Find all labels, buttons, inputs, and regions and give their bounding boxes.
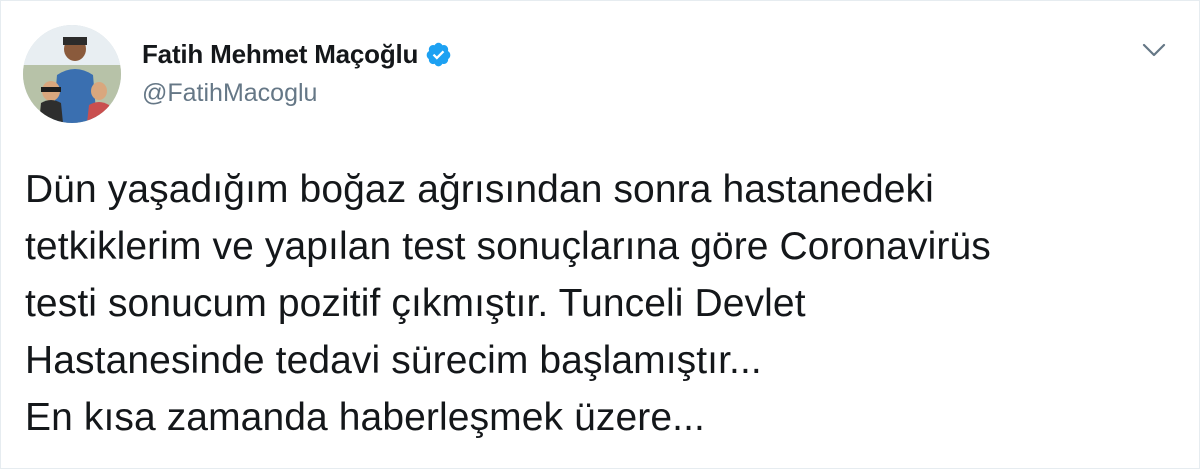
profile-photo-icon <box>23 25 121 123</box>
tweet-text-line: tetkiklerim ve yapılan test sonuçlarına … <box>25 225 991 268</box>
author-handle[interactable]: @FatihMacoglu <box>142 79 317 108</box>
author-avatar[interactable] <box>23 25 121 123</box>
tweet-text-line: En kısa zamanda haberleşmek üzere... <box>25 396 705 439</box>
author-display-name[interactable]: Fatih Mehmet Maçoğlu <box>142 39 418 70</box>
tweet-menu-button[interactable] <box>1137 33 1171 67</box>
tweet-card: Fatih Mehmet Maçoğlu @FatihMacoglu Dün y… <box>0 0 1200 469</box>
tweet-text-line: Hastanesinde tedavi sürecim başlamıştır.… <box>25 339 762 382</box>
tweet-text: Dün yaşadığım boğaz ağrısından sonra has… <box>25 161 1175 446</box>
tweet-text-line: Dün yaşadığım boğaz ağrısından sonra has… <box>25 168 934 211</box>
author-name-row[interactable]: Fatih Mehmet Maçoğlu <box>142 39 452 70</box>
verified-badge-icon <box>426 42 451 67</box>
chevron-down-icon <box>1142 43 1166 57</box>
tweet-text-line: testi sonucum pozitif çıkmıştır. Tunceli… <box>25 282 806 325</box>
